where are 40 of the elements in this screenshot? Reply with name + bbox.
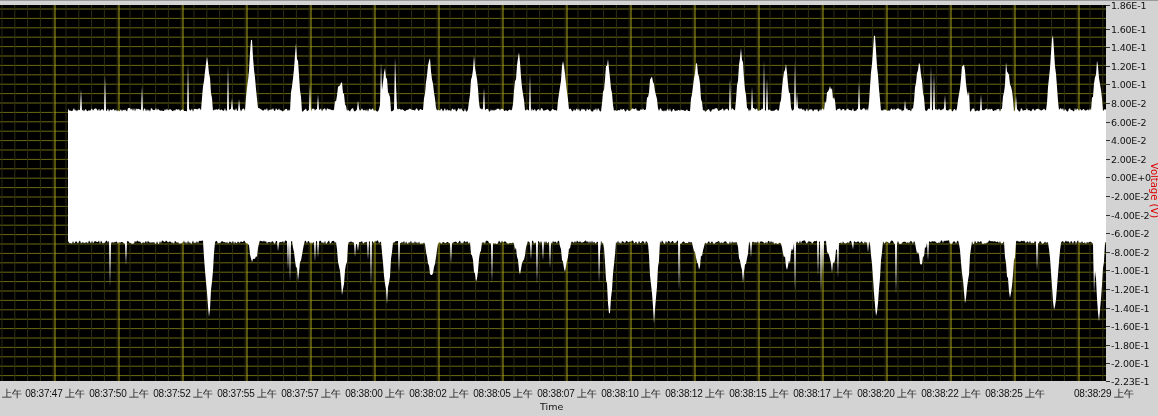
x-axis-title: Time (540, 401, 564, 412)
y-axis-label: 1.00E-1 (1111, 79, 1147, 91)
x-axis-label: 08:38:02 上午 (409, 387, 469, 401)
x-axis-label: 08:38:20 上午 (857, 387, 917, 401)
y-axis-label: -1.80E-1 (1111, 339, 1150, 351)
x-axis-label: 08:38:00 上午 (345, 387, 405, 401)
x-axis-label: 上午 (2, 387, 22, 401)
x-axis-label: 08:38:22 上午 (921, 387, 981, 401)
x-axis-label: 08:38:17 上午 (793, 387, 853, 401)
y-axis-label: 1.20E-1 (1111, 60, 1147, 72)
y-axis-label: 2.00E-2 (1111, 153, 1147, 165)
y-axis-label: 8.00E-2 (1111, 97, 1147, 109)
y-axis-label: 6.00E-2 (1111, 116, 1147, 128)
y-axis-label: 1.86E-1 (1111, 1, 1147, 11)
x-axis-label: 08:38:15 上午 (729, 387, 789, 401)
x-axis-label: 08:38:12 上午 (665, 387, 725, 401)
y-axis-label: -2.00E-2 (1111, 190, 1150, 202)
y-axis-label: -1.20E-1 (1111, 283, 1150, 295)
x-axis-label: 08:37:52 上午 (153, 387, 213, 401)
y-axis-label: 1.40E-1 (1111, 42, 1147, 54)
y-axis-label: -1.60E-1 (1111, 321, 1150, 333)
x-axis-label: 08:38:29 上午 (1074, 387, 1134, 401)
y-axis-label: -4.00E-2 (1111, 209, 1150, 221)
y-axis-label: -2.23E-1 (1111, 375, 1150, 387)
y-axis-label: 0.00E+0 (1111, 172, 1151, 184)
x-axis-label: 08:37:47 上午 (25, 387, 85, 401)
x-axis-label: 08:38:05 上午 (473, 387, 533, 401)
y-axis-label: -2.00E-1 (1111, 358, 1150, 370)
x-axis-label: 08:37:50 上午 (89, 387, 149, 401)
x-axis-label: 08:37:57 上午 (281, 387, 341, 401)
x-axis-label: 08:37:55 上午 (217, 387, 277, 401)
y-axis-label: -8.00E-2 (1111, 246, 1150, 258)
x-axis-label: 08:38:10 上午 (601, 387, 661, 401)
y-axis-label: -6.00E-2 (1111, 228, 1150, 240)
x-axis-label: 08:38:07 上午 (537, 387, 597, 401)
y-axis-label: -1.00E-1 (1111, 265, 1150, 277)
y-axis-label: 4.00E-2 (1111, 135, 1147, 147)
y-axis-label: 1.60E-1 (1111, 23, 1147, 35)
x-axis-label: 08:38:25 上午 (985, 387, 1045, 401)
y-axis-label: -1.40E-1 (1111, 302, 1150, 314)
